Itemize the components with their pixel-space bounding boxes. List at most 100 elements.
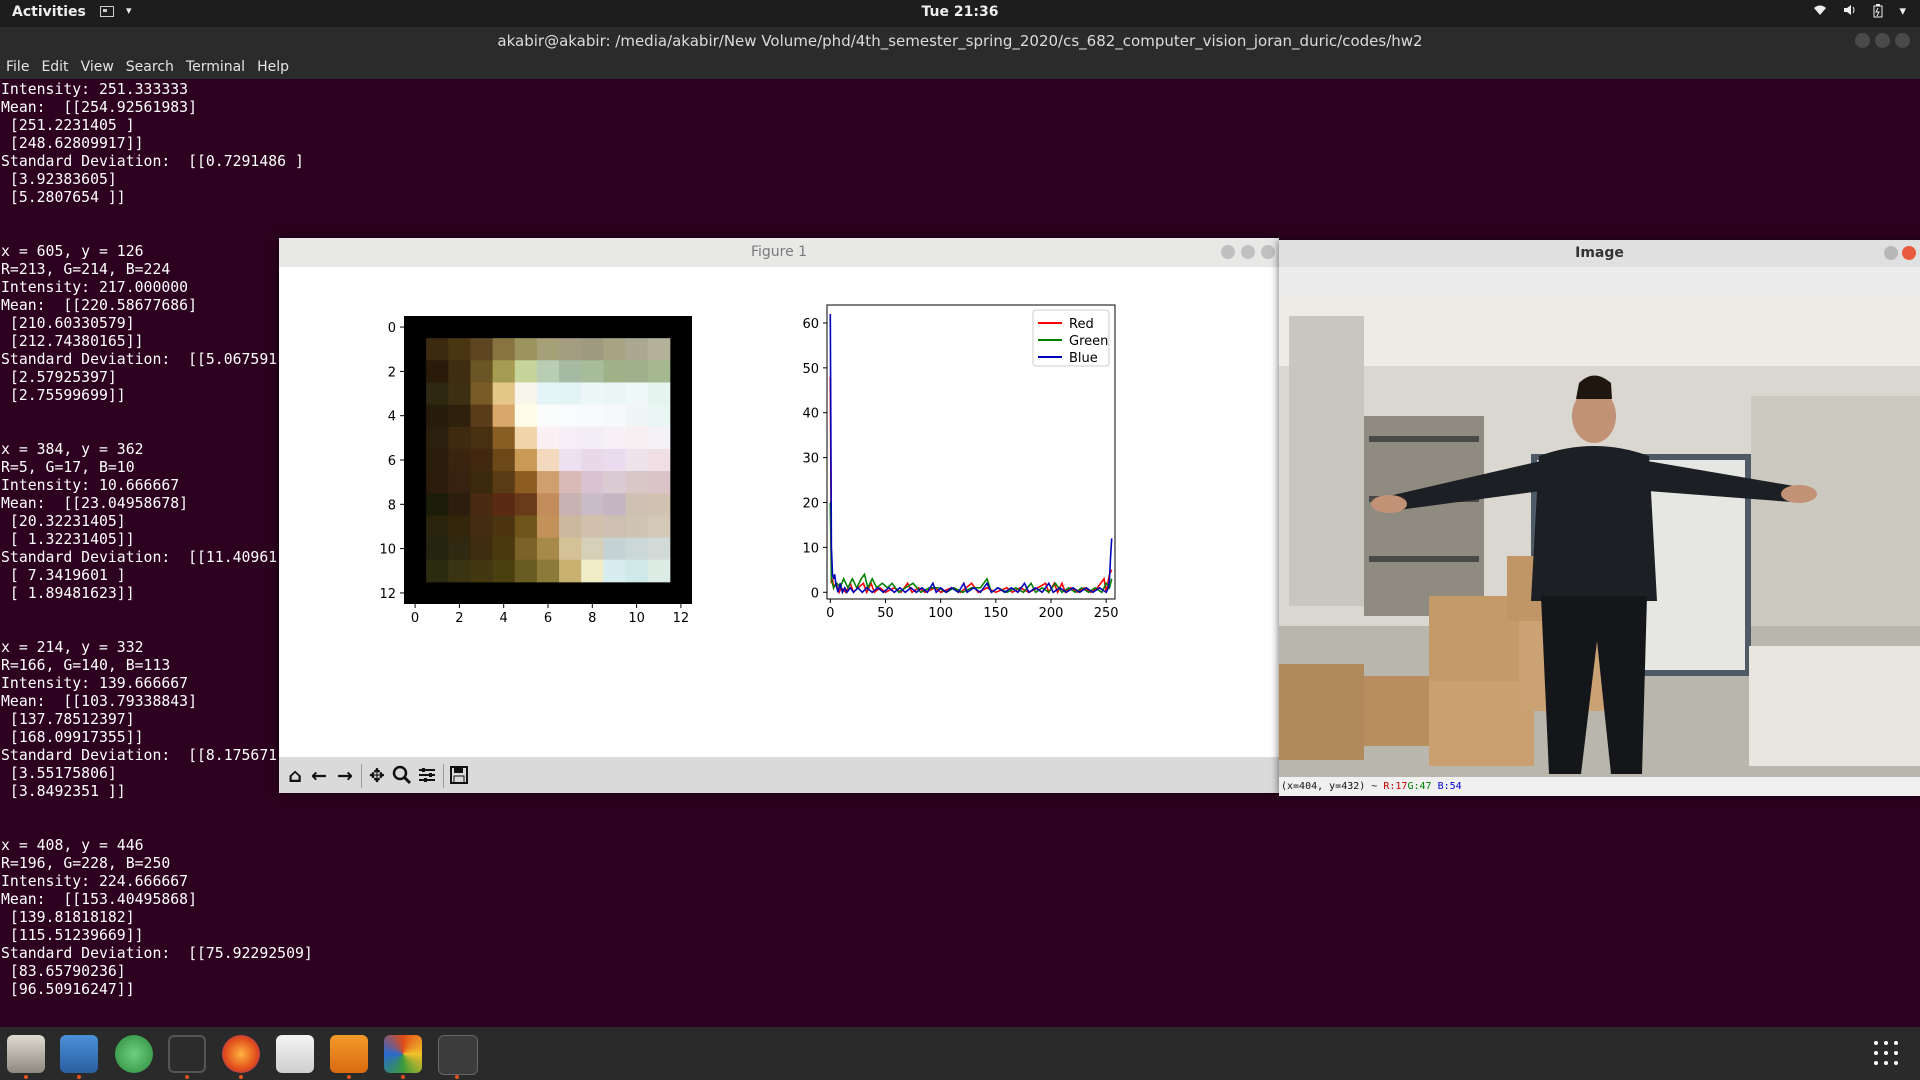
terminal-icon[interactable]: [168, 1035, 206, 1073]
heatmap-cell: [470, 559, 494, 583]
heatmap-cell: [647, 537, 671, 561]
heatmap-cell: [603, 426, 627, 450]
image-statusbar: (x=404, y=432) ~ R:17G:47 B:54: [1279, 777, 1920, 796]
save-icon[interactable]: [447, 765, 471, 787]
heatmap-cell: [470, 360, 494, 383]
running-indicator: [347, 1075, 351, 1079]
terminal-menubar: File Edit View Search Terminal Help: [0, 55, 1920, 79]
heatmap-cell: [647, 338, 671, 361]
clock[interactable]: Tue 21:36: [0, 4, 1920, 20]
heatmap-cell: [603, 382, 627, 406]
heatmap-cell: [603, 515, 627, 539]
heatmap-cell: [448, 537, 471, 561]
heatmap-cell: [625, 493, 649, 516]
forward-arrow-icon[interactable]: →: [333, 765, 357, 787]
notes-icon[interactable]: [276, 1035, 314, 1073]
back-arrow-icon[interactable]: ←: [307, 765, 331, 787]
heatmap-cell: [559, 559, 582, 583]
heatmap-cell: [647, 493, 671, 516]
heatmap-cell: [536, 515, 560, 539]
running-indicator: [239, 1075, 243, 1079]
heatmap-cell: [514, 448, 538, 472]
heatmap-cell: [426, 382, 449, 406]
close-icon[interactable]: [1261, 245, 1275, 259]
heatmap-cell: [647, 426, 671, 450]
x-tick-label: 250: [1094, 606, 1119, 621]
heatmap-cell: [426, 559, 449, 583]
heatmap-cell: [581, 426, 604, 450]
x-tick-label: 50: [877, 606, 894, 621]
heatmap-cell: [492, 382, 516, 406]
menu-search[interactable]: Search: [120, 55, 180, 79]
pinwheel-app-icon[interactable]: [384, 1035, 422, 1073]
image-toolbar-strip: [1279, 267, 1920, 296]
heatmap-cell: [581, 537, 604, 561]
camera-image[interactable]: [1279, 296, 1920, 777]
maximize-icon[interactable]: [1875, 33, 1890, 48]
minimize-icon[interactable]: [1855, 33, 1870, 48]
y-tick-label: 60: [802, 317, 819, 332]
heatmap-cell: [470, 493, 494, 516]
heatmap-cell: [514, 493, 538, 516]
system-tray[interactable]: ▾: [1813, 4, 1906, 22]
figure-titlebar[interactable]: Figure 1: [279, 238, 1279, 267]
close-icon[interactable]: [1902, 246, 1916, 260]
y-tick-label: 10: [802, 541, 819, 556]
heatmap-cell: [559, 515, 582, 539]
volume-icon: [1843, 4, 1857, 22]
files-icon[interactable]: [7, 1035, 45, 1073]
configure-subplots-icon[interactable]: [415, 765, 439, 787]
heatmap-cell: [514, 426, 538, 450]
pdf-viewer-icon[interactable]: [330, 1035, 368, 1073]
heatmap-cell: [559, 448, 582, 472]
heatmap-cell: [426, 537, 449, 561]
heatmap-cell: [426, 426, 449, 450]
heatmap-cell: [470, 338, 494, 361]
heatmap-cell: [559, 426, 582, 450]
heatmap-cell: [470, 404, 494, 428]
menu-view[interactable]: View: [75, 55, 120, 79]
heatmap-cell: [647, 471, 671, 494]
show-applications-icon[interactable]: [1874, 1041, 1900, 1067]
image-titlebar[interactable]: Image: [1279, 240, 1920, 267]
y-tick-label: 0: [811, 586, 819, 601]
python-window-icon[interactable]: [438, 1035, 478, 1075]
minimize-icon[interactable]: [1884, 246, 1898, 260]
heatmap-cell: [514, 537, 538, 561]
y-tick-label: 50: [802, 362, 819, 377]
heatmap-cell: [536, 426, 560, 450]
text-editor-icon[interactable]: [60, 1035, 98, 1073]
maximize-icon[interactable]: [1241, 245, 1255, 259]
heatmap-cell: [581, 404, 604, 428]
toolbar-separator: [443, 764, 444, 788]
menu-terminal[interactable]: Terminal: [180, 55, 251, 79]
heatmap-cell: [448, 338, 471, 361]
home-icon[interactable]: ⌂: [283, 765, 307, 787]
heatmap-cell: [426, 360, 449, 383]
battery-icon: [1873, 4, 1883, 22]
heatmap-cell: [603, 559, 627, 583]
menu-file[interactable]: File: [0, 55, 35, 79]
minimize-icon[interactable]: [1221, 245, 1235, 259]
menu-help[interactable]: Help: [251, 55, 295, 79]
heatmap-cell: [536, 360, 560, 383]
dock: [0, 1027, 1920, 1080]
figure-canvas: 0 2 4 6 8 10 12 0 2 4 6 8 10 12 0 50 100 150 200 250 0 10 20 3…: [379, 304, 1119, 626]
pan-icon[interactable]: ✥: [365, 765, 389, 787]
heatmap-cell: [559, 360, 582, 383]
histogram-chart: 0 50 100 150 200 250 0 10 20 30 40 50 60 Red Green Blue: [802, 304, 1119, 621]
atom-editor-icon[interactable]: [115, 1035, 153, 1073]
close-icon[interactable]: [1895, 33, 1910, 48]
firefox-icon[interactable]: [222, 1035, 260, 1073]
figure-window[interactable]: Figure 1 0 2 4 6 8 10 12 0 2 4 6 8 10 12 0 50 100 150 200…: [279, 238, 1279, 793]
heatmap-cell: [603, 448, 627, 472]
heatmap-cell: [559, 493, 582, 516]
heatmap-cell: [492, 559, 516, 583]
heatmap-cell: [448, 426, 471, 450]
heatmap-cell: [514, 404, 538, 428]
menu-edit[interactable]: Edit: [35, 55, 74, 79]
zoom-icon[interactable]: [390, 765, 414, 787]
heatmap-cell: [536, 493, 560, 516]
heatmap-cell: [470, 515, 494, 539]
image-window[interactable]: Image (x=404, y=432) ~ R:17G:47 B:54: [1279, 240, 1920, 796]
